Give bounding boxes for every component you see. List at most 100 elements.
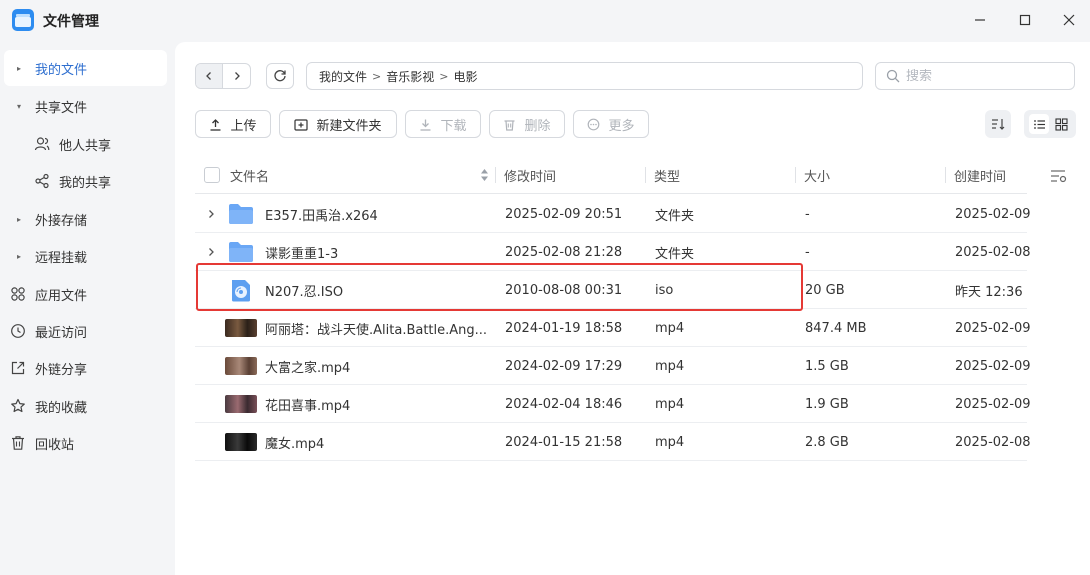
search-input[interactable]: [906, 68, 1066, 84]
chevron-right-icon[interactable]: [204, 206, 218, 222]
breadcrumb-item[interactable]: 电影: [453, 68, 477, 85]
select-all-checkbox[interactable]: [204, 167, 220, 183]
new-folder-label: 新建文件夹: [316, 118, 382, 134]
sidebar-item-label: 共享文件: [35, 100, 88, 116]
table-row[interactable]: 大富之家.mp4 2024-02-09 17:29 mp4 1.5 GB 2025-02…: [195, 347, 1031, 385]
sidebar-item-label: 外链分享: [35, 362, 88, 378]
column-header-label: 修改时间: [504, 169, 557, 185]
navigation-buttons: [195, 63, 251, 89]
modified-time: 2010-08-08 00:31: [505, 282, 623, 298]
modified-time: 2025-02-08 21:28: [505, 244, 623, 260]
clock-icon: [10, 323, 26, 339]
trash-icon: [10, 435, 26, 451]
disc-image-icon: [225, 278, 257, 302]
modified-time: 2025-02-09 20:51: [505, 206, 623, 222]
column-header-modified[interactable]: 修改时间: [504, 156, 556, 194]
apps-grid-icon: [10, 286, 26, 302]
file-type: 文件夹: [655, 208, 695, 224]
minimize-button[interactable]: [968, 8, 992, 32]
sidebar-item-label: 我的共享: [59, 175, 112, 191]
grid-view-button[interactable]: [1051, 114, 1071, 134]
file-size: -: [805, 244, 810, 260]
list-icon: [1033, 119, 1045, 129]
modified-time: 2024-01-19 18:58: [505, 320, 623, 336]
video-thumbnail: [225, 357, 257, 375]
sidebar-item-link-share[interactable]: 外链分享: [4, 350, 167, 386]
collapse-arrow-icon[interactable]: ▾: [14, 102, 24, 111]
created-time: 2025-02-08: [955, 244, 1031, 260]
column-divider[interactable]: [795, 167, 796, 183]
column-header-type[interactable]: 类型: [654, 156, 680, 194]
sidebar-item-favorites[interactable]: 我的收藏: [4, 388, 167, 424]
sort-button[interactable]: [985, 110, 1011, 138]
chevron-right-icon[interactable]: [204, 244, 218, 260]
sort-icon: [992, 119, 1005, 130]
forward-button[interactable]: [223, 64, 250, 88]
sidebar-item-my-files[interactable]: ▸ 我的文件: [4, 50, 167, 86]
column-settings-button[interactable]: [1049, 166, 1069, 186]
sidebar-item-external-storage[interactable]: ▸ 外接存储: [4, 201, 167, 237]
external-link-icon: [10, 360, 26, 376]
column-divider[interactable]: [495, 167, 496, 183]
sort-arrows-icon[interactable]: [480, 156, 489, 194]
sidebar-item-label: 回收站: [35, 437, 75, 453]
file-type: iso: [655, 282, 674, 298]
column-divider[interactable]: [945, 167, 946, 183]
column-header-size[interactable]: 大小: [804, 156, 830, 194]
sidebar-item-label: 最近访问: [35, 325, 88, 341]
delete-button[interactable]: 删除: [489, 110, 565, 138]
sidebar-item-label: 我的收藏: [35, 400, 88, 416]
sidebar-item-recent[interactable]: 最近访问: [4, 313, 167, 349]
table-row[interactable]: E357.田禹治.x264 2025-02-09 20:51 文件夹 - 2025-02…: [195, 195, 1031, 233]
list-view-button[interactable]: [1029, 114, 1049, 134]
back-button[interactable]: [196, 64, 224, 88]
sidebar-item-my-shares[interactable]: 我的共享: [4, 163, 167, 199]
video-thumbnail: [225, 319, 257, 337]
upload-button[interactable]: 上传: [195, 110, 271, 138]
modified-time: 2024-01-15 21:58: [505, 434, 623, 450]
maximize-button[interactable]: [1013, 8, 1037, 32]
refresh-button[interactable]: [266, 63, 294, 89]
table-row[interactable]: 魔女.mp4 2024-01-15 21:58 mp4 2.8 GB 2025-02-0…: [195, 423, 1031, 461]
expand-arrow-icon[interactable]: ▸: [14, 215, 24, 224]
users-icon: [34, 136, 50, 152]
expand-arrow-icon[interactable]: ▸: [14, 252, 24, 261]
table-row[interactable]: 谍影重重1-3 2025-02-08 21:28 文件夹 - 2025-02-08: [195, 233, 1031, 271]
column-divider[interactable]: [645, 167, 646, 183]
table-row[interactable]: 花田喜事.mp4 2024-02-04 18:46 mp4 1.9 GB 2025-02…: [195, 385, 1031, 423]
table-row[interactable]: 阿丽塔：战斗天使.Alita.Battle.Ang... 2024-01-19 1…: [195, 309, 1031, 347]
refresh-icon: [274, 70, 286, 82]
more-button[interactable]: 更多: [573, 110, 649, 138]
sidebar-item-remote-mount[interactable]: ▸ 远程挂载: [4, 238, 167, 274]
table-row[interactable]: N207.忍.ISO 2010-08-08 00:31 iso 20 GB 昨天 12:…: [195, 271, 1027, 309]
modified-time: 2024-02-09 17:29: [505, 358, 623, 374]
file-name: 花田喜事.mp4: [265, 398, 351, 414]
delete-label: 删除: [524, 118, 551, 134]
close-button[interactable]: [1057, 8, 1081, 32]
sidebar-item-shared-files[interactable]: ▾ 共享文件: [4, 88, 167, 124]
column-header-name[interactable]: 文件名: [230, 156, 269, 194]
expand-arrow-icon[interactable]: ▸: [14, 64, 24, 73]
file-name: 谍影重重1-3: [265, 246, 339, 262]
download-button[interactable]: 下载: [405, 110, 481, 138]
video-thumbnail: [225, 433, 257, 451]
video-thumbnail: [225, 395, 257, 413]
new-folder-button[interactable]: 新建文件夹: [279, 110, 397, 138]
created-time: 2025-02-09: [955, 206, 1031, 222]
minimize-icon: [975, 19, 985, 21]
breadcrumb-item[interactable]: 我的文件: [319, 68, 367, 85]
created-time: 2025-02-08: [955, 434, 1031, 450]
column-header-created[interactable]: 创建时间: [954, 156, 1006, 194]
column-header-label: 大小: [804, 169, 831, 185]
sidebar-item-recycle-bin[interactable]: 回收站: [4, 425, 167, 461]
sidebar-item-label: 应用文件: [35, 288, 88, 304]
sidebar-item-shared-with-me[interactable]: 他人共享: [4, 126, 167, 162]
folder-icon: [225, 202, 257, 226]
breadcrumb-item[interactable]: 音乐影视: [386, 68, 434, 85]
more-label: 更多: [608, 118, 635, 134]
column-header-label: 类型: [654, 169, 681, 185]
new-folder-icon: [294, 118, 309, 131]
file-name: 大富之家.mp4: [265, 360, 351, 376]
sidebar-item-app-files[interactable]: 应用文件: [4, 276, 167, 312]
created-time: 2025-02-09: [955, 320, 1031, 336]
